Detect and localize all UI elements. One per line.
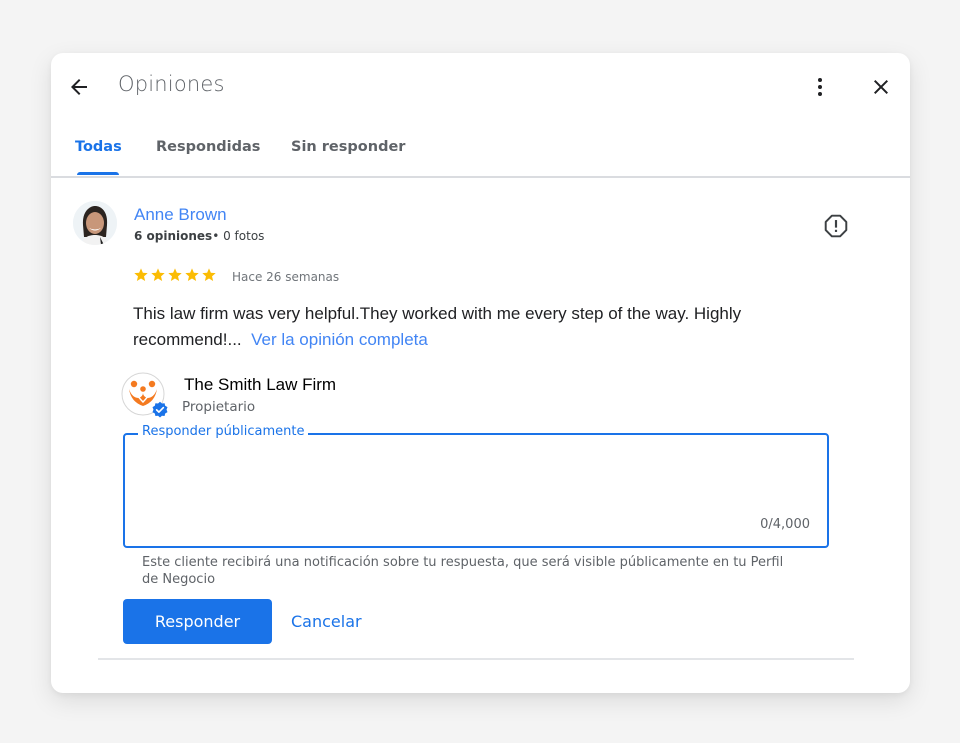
- submit-reply-button[interactable]: Responder: [123, 599, 272, 644]
- close-icon: [874, 80, 888, 94]
- review-tabs: Todas Respondidas Sin responder: [51, 131, 910, 177]
- more-options-button[interactable]: [806, 71, 834, 103]
- dialog-title: Opiniones: [118, 72, 225, 96]
- arrow-left-icon: [71, 79, 87, 95]
- reply-helper-text: Este cliente recibirá una notificación s…: [142, 555, 784, 587]
- star-icon: [151, 268, 165, 281]
- owner-name: The Smith Law Firm: [184, 375, 337, 394]
- more-vert-icon: [818, 78, 822, 96]
- tab-respondidas[interactable]: Respondidas: [156, 139, 260, 155]
- public-reply-field[interactable]: 0/4,000: [123, 433, 829, 548]
- verified-badge-icon: [152, 401, 168, 418]
- tab-todas[interactable]: Todas: [75, 139, 122, 155]
- reviews-dialog: Opiniones Todas Respondidas Sin responde…: [51, 53, 910, 693]
- reviews-count: 6 opiniones: [134, 229, 213, 243]
- reply-field-label: Responder públicamente: [138, 424, 309, 439]
- star-rating: [133, 267, 217, 283]
- reviewer-avatar[interactable]: [73, 201, 117, 245]
- tabs-divider: [51, 176, 910, 178]
- cancel-reply-button[interactable]: Cancelar: [291, 599, 362, 644]
- star-icon: [202, 268, 216, 281]
- star-icon: [168, 268, 182, 281]
- reviewer-meta: 6 opiniones• 0 fotos: [134, 229, 264, 243]
- see-full-review-link[interactable]: Ver la opinión completa: [251, 330, 428, 349]
- char-counter: 0/4,000: [760, 517, 810, 532]
- owner-logo: [121, 372, 168, 418]
- reviewer-photo-icon: [73, 201, 117, 245]
- photos-count: 0 fotos: [223, 229, 265, 243]
- review-time: Hace 26 semanas: [232, 270, 340, 284]
- review-body: This law firm was very helpful.They work…: [133, 304, 742, 349]
- back-button[interactable]: [63, 73, 95, 101]
- meta-separator: •: [212, 229, 220, 243]
- active-tab-indicator: [77, 172, 119, 175]
- report-review-button[interactable]: [821, 211, 851, 241]
- reply-input[interactable]: [137, 449, 811, 513]
- reviewer-name[interactable]: Anne Brown: [134, 205, 227, 225]
- review-divider: [98, 658, 854, 660]
- report-octagon-icon: [824, 214, 848, 238]
- review-text: This law firm was very helpful.They work…: [133, 301, 773, 353]
- close-button[interactable]: [865, 71, 897, 103]
- owner-role: Propietario: [182, 399, 256, 415]
- tab-sin-responder[interactable]: Sin responder: [291, 139, 405, 155]
- star-icon: [134, 268, 148, 281]
- star-icon: [185, 268, 199, 281]
